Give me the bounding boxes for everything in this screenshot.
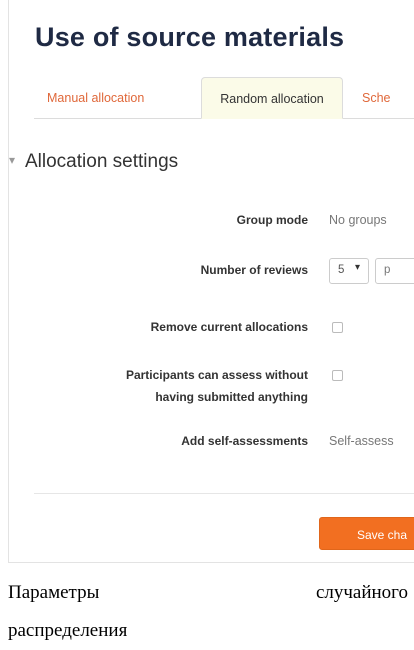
page-title: Use of source materials (35, 22, 345, 52)
tab-scheduled-allocation[interactable]: Sche (362, 78, 391, 118)
self-assessments-value: Self-assess (329, 434, 394, 448)
save-changes-button[interactable]: Save cha (319, 517, 414, 550)
select-arrow-icon: ▾ (355, 262, 361, 273)
number-of-reviews-label: Number of reviews (200, 263, 308, 277)
allocation-settings-legend[interactable]: ▾ Allocation settings (9, 151, 178, 173)
moodle-panel: Use of source materials Manual allocatio… (8, 0, 414, 563)
number-of-reviews-value: 5 (338, 264, 345, 276)
caption-line-2: распределения (8, 620, 128, 641)
assess-without-label-line1: Participants can assess without (125, 368, 308, 382)
remove-current-checkbox[interactable] (332, 322, 343, 333)
tab-random-allocation[interactable]: Random allocation (201, 77, 343, 119)
number-of-reviews-select[interactable]: 5 ▾ (329, 258, 369, 284)
group-mode-value: No groups (329, 213, 387, 227)
assess-without-checkbox[interactable] (332, 370, 343, 381)
group-mode-label: Group mode (236, 213, 308, 227)
triangle-down-icon[interactable]: ▾ (9, 153, 21, 167)
caption-word-2: случайного (315, 582, 408, 603)
remove-current-label: Remove current allocations (150, 320, 308, 334)
tab-bar: Manual allocation Random allocation Sche (34, 77, 414, 119)
tab-manual-allocation[interactable]: Manual allocation (47, 78, 144, 118)
reviews-per-value: p (384, 264, 391, 276)
caption-line-1: Параметры случайного (8, 582, 408, 604)
assess-without-label-line2: having submitted anything (155, 390, 308, 404)
form-divider (34, 493, 414, 494)
caption-word-1: Параметры (8, 582, 100, 603)
self-assessments-label: Add self-assessments (181, 434, 308, 448)
reviews-per-select[interactable]: p (375, 258, 414, 284)
allocation-settings-title: Allocation settings (25, 151, 179, 172)
